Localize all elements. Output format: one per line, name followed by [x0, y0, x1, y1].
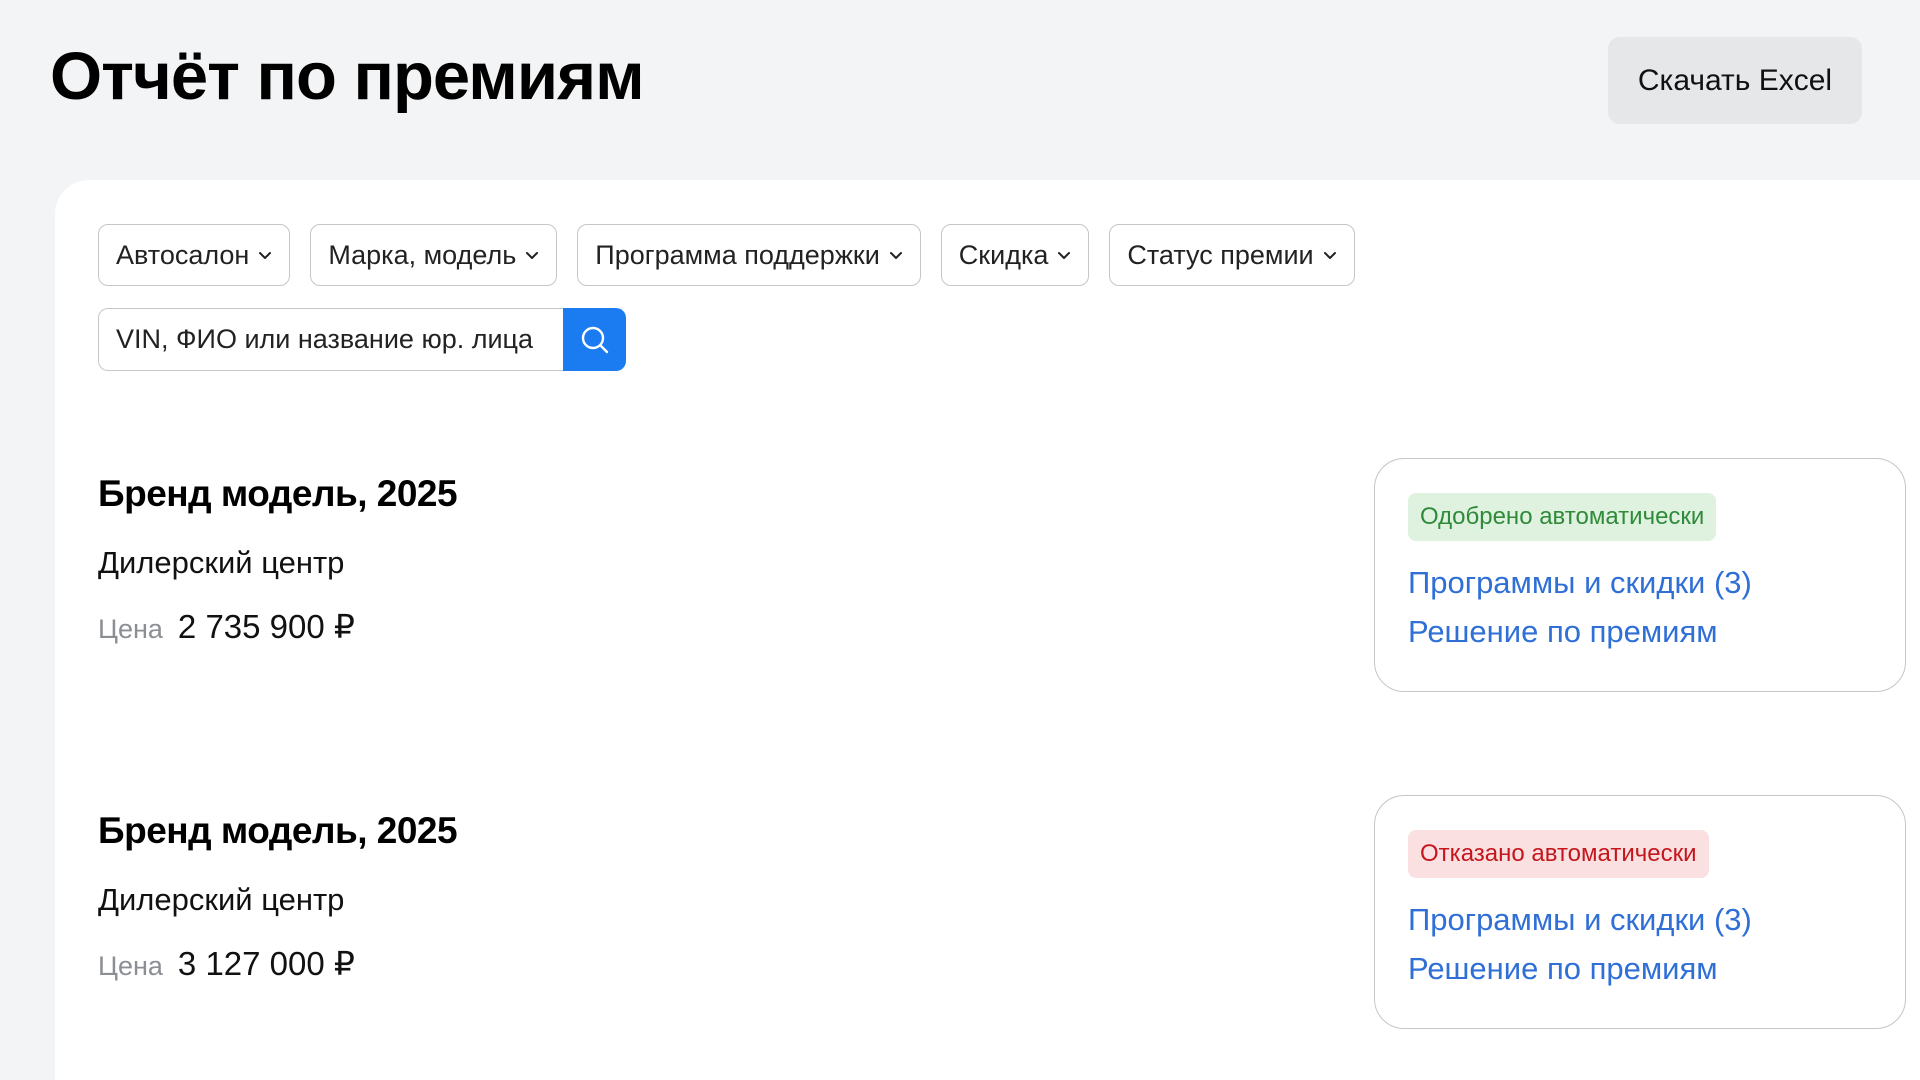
filter-support-program[interactable]: Программа поддержки [577, 224, 921, 286]
programs-discounts-link[interactable]: Программы и скидки (3) [1408, 902, 1752, 938]
chevron-down-icon [259, 252, 272, 259]
filter-dealership[interactable]: Автосалон [98, 224, 291, 286]
filter-bonus-status[interactable]: Статус премии [1109, 224, 1355, 286]
filter-brand-model[interactable]: Марка, модель [310, 224, 558, 286]
filter-label: Программа поддержки [595, 239, 880, 270]
chevron-down-icon [526, 252, 539, 259]
search-input[interactable] [98, 308, 563, 371]
search-icon [581, 326, 608, 353]
filter-label: Автосалон [116, 239, 250, 270]
chevron-down-icon [1058, 252, 1071, 259]
download-excel-button[interactable]: Скачать Excel [1608, 37, 1862, 124]
programs-discounts-link[interactable]: Программы и скидки (3) [1408, 565, 1752, 601]
chevron-down-icon [889, 252, 902, 259]
dealer-name: Дилерский центр [98, 545, 345, 580]
status-badge: Одобрено автоматически [1408, 493, 1717, 541]
car-title: Бренд модель, 2025 [98, 473, 458, 514]
status-badge: Отказано автоматически [1408, 830, 1709, 878]
page-header: Отчёт по премиям Скачать Excel [0, 0, 1920, 180]
status-box: Отказано автоматически Программы и скидк… [1374, 795, 1906, 1029]
search-bar [98, 308, 626, 371]
filter-label: Скидка [958, 239, 1049, 270]
page-title: Отчёт по премиям [50, 39, 645, 114]
price-label: Цена [98, 951, 163, 981]
price-row: Цена 3 127 000 ₽ [98, 944, 355, 983]
status-box: Одобрено автоматически Программы и скидк… [1374, 458, 1906, 692]
bonus-decision-link[interactable]: Решение по премиям [1408, 614, 1718, 650]
price-row: Цена 2 735 900 ₽ [98, 607, 355, 646]
filters-bar: Автосалон Марка, модель Программа поддер… [98, 224, 1355, 286]
filter-discount[interactable]: Скидка [940, 224, 1090, 286]
chevron-down-icon [1323, 252, 1336, 259]
filter-label: Марка, модель [328, 239, 517, 270]
report-panel: Автосалон Марка, модель Программа поддер… [55, 180, 1920, 1080]
filter-label: Статус премии [1127, 239, 1314, 270]
car-title: Бренд модель, 2025 [98, 810, 458, 851]
bonus-decision-link[interactable]: Решение по премиям [1408, 951, 1718, 987]
price-value: 3 127 000 ₽ [177, 945, 355, 982]
dealer-name: Дилерский центр [98, 882, 345, 917]
price-value: 2 735 900 ₽ [177, 608, 355, 645]
price-label: Цена [98, 614, 163, 644]
search-button[interactable] [563, 308, 626, 371]
